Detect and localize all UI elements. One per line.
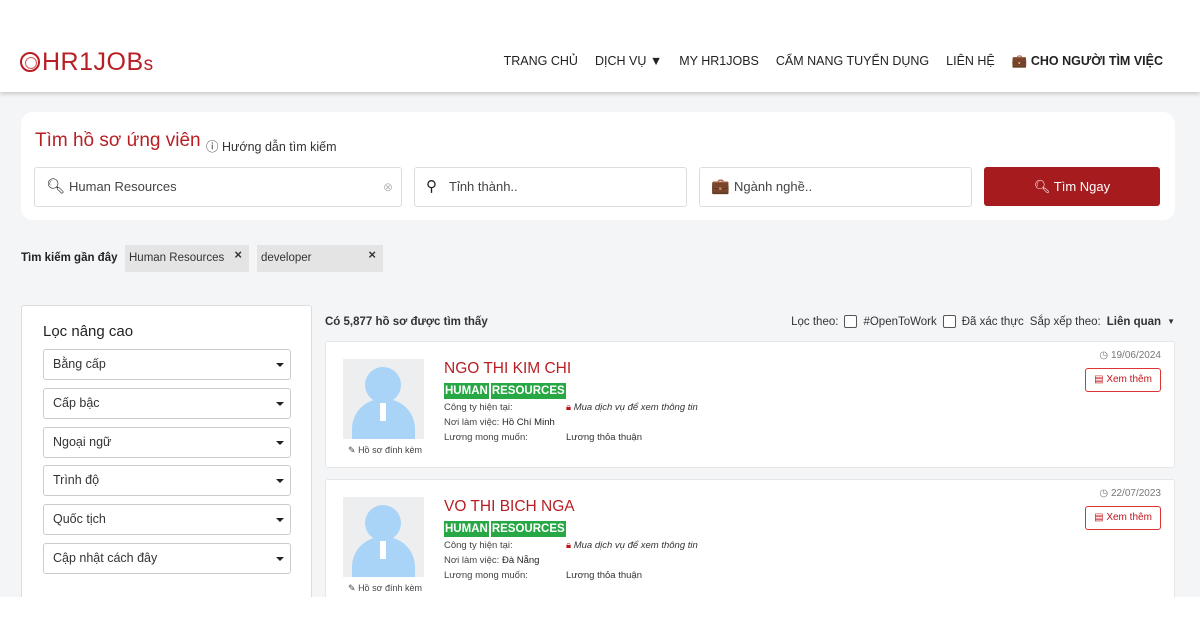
lock-icon: 🔒︎	[566, 540, 572, 551]
recent-tag[interactable]: Human Resources ×	[125, 245, 249, 272]
result-tools: Lọc theo: #OpenToWork Đã xác thực Sắp xế…	[791, 315, 1175, 328]
page-title: Tìm hồ sơ ứng viên	[35, 130, 201, 151]
keyword-highlight: HUMAN RESOURCES	[444, 383, 566, 399]
avatar	[343, 497, 424, 577]
logo-icon	[20, 52, 40, 72]
candidate-name[interactable]: VO THI BICH NGA	[444, 498, 575, 516]
select-updated[interactable]: Cập nhật cách đây	[43, 543, 291, 574]
search-icon: 🔍︎	[1033, 179, 1051, 194]
avatar	[343, 359, 424, 439]
recent-tag[interactable]: developer ×	[257, 245, 383, 272]
search-icon: 🔍︎	[46, 178, 66, 195]
clock-icon: ◷	[1099, 350, 1109, 361]
select-education[interactable]: Trình độ	[43, 465, 291, 496]
nav-services[interactable]: DỊCH VỤ ▼	[595, 54, 662, 69]
candidate-card[interactable]: ✎ Hồ sơ đính kèm VO THI BICH NGA HUMAN RE…	[325, 479, 1175, 606]
clock-icon: ◷	[1099, 488, 1109, 499]
nav-contact[interactable]: LIÊN HỆ	[946, 54, 995, 69]
select-nationality[interactable]: Quốc tịch	[43, 504, 291, 535]
clear-icon[interactable]: ⊗	[383, 168, 393, 206]
nav-home[interactable]: TRANG CHỦ	[504, 54, 578, 69]
result-count: Có 5,877 hồ sơ được tìm thấy	[325, 316, 488, 328]
search-panel: Tìm hồ sơ ứng viên ⓘ Hướng dẫn tìm kiếm …	[21, 112, 1175, 220]
attachment-link[interactable]: ✎ Hồ sơ đính kèm	[348, 445, 422, 456]
info-icon: ⓘ	[206, 140, 219, 154]
select-level[interactable]: Cấp bậc	[43, 388, 291, 419]
locked-info[interactable]: 🔒︎ Mua dịch vụ để xem thông tin	[566, 402, 698, 413]
advanced-filter: Lọc nâng cao Bằng cấp Cấp bậc Ngoại ngữ …	[21, 305, 312, 605]
nav-job-seekers[interactable]: 💼 CHO NGƯỜI TÌM VIỆC	[1012, 54, 1163, 69]
nav-my-hr1jobs[interactable]: MY HR1JOBS	[679, 54, 759, 69]
remove-icon[interactable]: ×	[234, 241, 242, 268]
view-more-button[interactable]: ▤ Xem thêm	[1085, 368, 1161, 392]
file-icon: ▤	[1094, 374, 1104, 385]
logo[interactable]: HR1JOBs	[20, 48, 154, 77]
caret-down-icon: ▼	[649, 54, 663, 68]
keyword-highlight: HUMAN RESOURCES	[444, 521, 566, 537]
updated-date: ◷ 22/07/2023	[1099, 488, 1161, 499]
sort-select[interactable]: Liên quan	[1107, 316, 1161, 328]
view-more-button[interactable]: ▤ Xem thêm	[1085, 506, 1161, 530]
industry-input[interactable]: 💼 Ngành nghề..	[699, 167, 972, 207]
briefcase-icon: 💼	[1011, 54, 1028, 68]
map-marker-icon: ⚲	[426, 178, 437, 195]
opentowork-checkbox[interactable]	[844, 315, 858, 328]
main: Tìm hồ sơ ứng viên ⓘ Hướng dẫn tìm kiếm …	[0, 92, 1200, 606]
locked-info[interactable]: 🔒︎ Mua dịch vụ để xem thông tin	[566, 540, 698, 551]
file-icon: ▤	[1094, 512, 1104, 523]
paperclip-icon: ✎	[348, 583, 356, 593]
select-language[interactable]: Ngoại ngữ	[43, 427, 291, 458]
filter-title: Lọc nâng cao	[43, 323, 134, 340]
search-help-link[interactable]: ⓘ Hướng dẫn tìm kiếm	[206, 136, 337, 155]
keyword-input[interactable]: 🔍︎ Human Resources ⊗	[34, 167, 402, 207]
verified-checkbox[interactable]	[942, 315, 956, 328]
candidate-card[interactable]: ✎ Hồ sơ đính kèm NGO THI KIM CHI HUMAN RE…	[325, 341, 1175, 468]
main-nav: TRANG CHỦ DỊCH VỤ ▼ MY HR1JOBS CẨM NANG …	[504, 54, 1163, 69]
location-input[interactable]: ⚲ Tỉnh thành..	[414, 167, 687, 207]
caret-down-icon: ▼	[1167, 317, 1175, 326]
briefcase-icon: 💼	[711, 178, 730, 195]
remove-icon[interactable]: ×	[368, 241, 376, 268]
search-button[interactable]: 🔍︎ Tìm Ngay	[984, 167, 1160, 206]
candidate-name[interactable]: NGO THI KIM CHI	[444, 360, 571, 378]
page-bottom	[0, 597, 1200, 630]
paperclip-icon: ✎	[348, 445, 356, 455]
lock-icon: 🔒︎	[566, 402, 572, 413]
header: HR1JOBs TRANG CHỦ DỊCH VỤ ▼ MY HR1JOBS C…	[0, 0, 1200, 92]
select-degree[interactable]: Bằng cấp	[43, 349, 291, 380]
nav-handbook[interactable]: CẨM NANG TUYỂN DỤNG	[776, 54, 929, 69]
recent-searches-label: Tìm kiếm gần đây	[21, 252, 118, 264]
updated-date: ◷ 19/06/2024	[1099, 350, 1161, 361]
attachment-link[interactable]: ✎ Hồ sơ đính kèm	[348, 583, 422, 594]
